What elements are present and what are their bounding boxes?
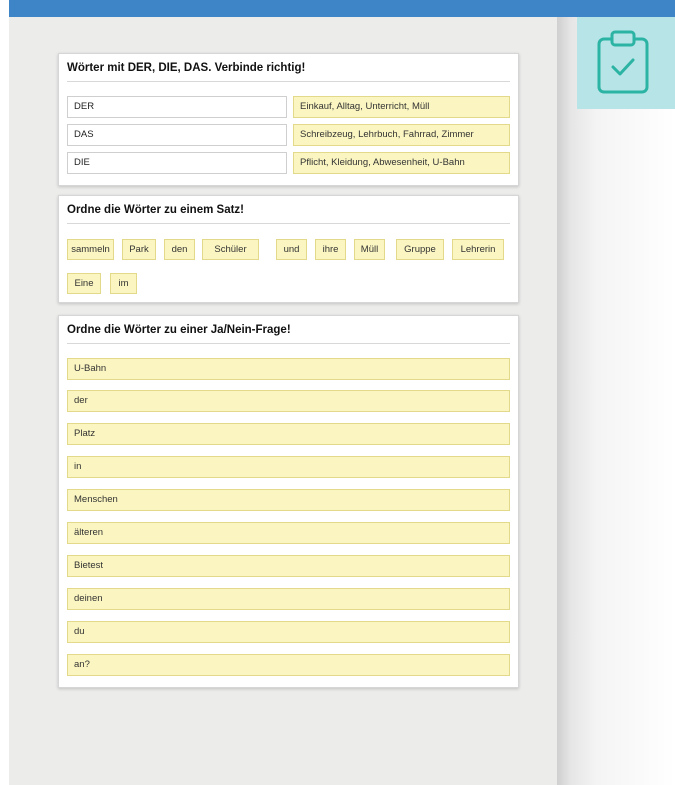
words-das[interactable]: Schreibzeug, Lehrbuch, Fahrrad, Zimmer xyxy=(293,124,510,146)
exercise-sentence-card: Ordne die Wörter zu einem Satz! sammeln … xyxy=(58,195,519,303)
exercise-articles-title: Wörter mit DER, DIE, DAS. Verbinde richt… xyxy=(67,62,510,82)
word-chip[interactable]: im xyxy=(110,273,137,294)
word-chip[interactable]: den xyxy=(164,239,195,260)
top-accent-bar xyxy=(9,0,675,17)
word-chip[interactable]: Lehrerin xyxy=(452,239,504,260)
word-chip[interactable]: Gruppe xyxy=(396,239,444,260)
question-word[interactable]: der xyxy=(67,390,510,412)
clipboard-button[interactable] xyxy=(577,17,675,109)
article-die[interactable]: DIE xyxy=(67,152,287,174)
word-chip[interactable]: sammeln xyxy=(67,239,114,260)
article-das[interactable]: DAS xyxy=(67,124,287,146)
word-chip[interactable]: Eine xyxy=(67,273,101,294)
exercise-sentence-title: Ordne die Wörter zu einem Satz! xyxy=(67,204,510,224)
exercise-articles-card: Wörter mit DER, DIE, DAS. Verbinde richt… xyxy=(58,53,519,186)
word-chip[interactable]: ihre xyxy=(315,239,346,260)
question-word[interactable]: Platz xyxy=(67,423,510,445)
question-word[interactable]: in xyxy=(67,456,510,478)
word-chip[interactable]: Müll xyxy=(354,239,385,260)
question-word[interactable]: älteren xyxy=(67,522,510,544)
exercise-question-card: Ordne die Wörter zu einer Ja/Nein-Frage!… xyxy=(58,315,519,688)
question-word[interactable]: Bietest xyxy=(67,555,510,577)
words-die[interactable]: Pflicht, Kleidung, Abwesenheit, U-Bahn xyxy=(293,152,510,174)
word-chip[interactable]: Schüler xyxy=(202,239,259,260)
question-word[interactable]: deinen xyxy=(67,588,510,610)
word-chip[interactable]: Park xyxy=(122,239,156,260)
page-shadow xyxy=(557,17,675,785)
question-word[interactable]: an? xyxy=(67,654,510,676)
question-word[interactable]: du xyxy=(67,621,510,643)
exercise-question-title: Ordne die Wörter zu einer Ja/Nein-Frage! xyxy=(67,324,510,344)
clipboard-check-icon xyxy=(597,30,649,94)
article-der[interactable]: DER xyxy=(67,96,287,118)
words-der[interactable]: Einkauf, Alltag, Unterricht, Müll xyxy=(293,96,510,118)
question-word[interactable]: U-Bahn xyxy=(67,358,510,380)
question-word[interactable]: Menschen xyxy=(67,489,510,511)
word-chip[interactable]: und xyxy=(276,239,307,260)
